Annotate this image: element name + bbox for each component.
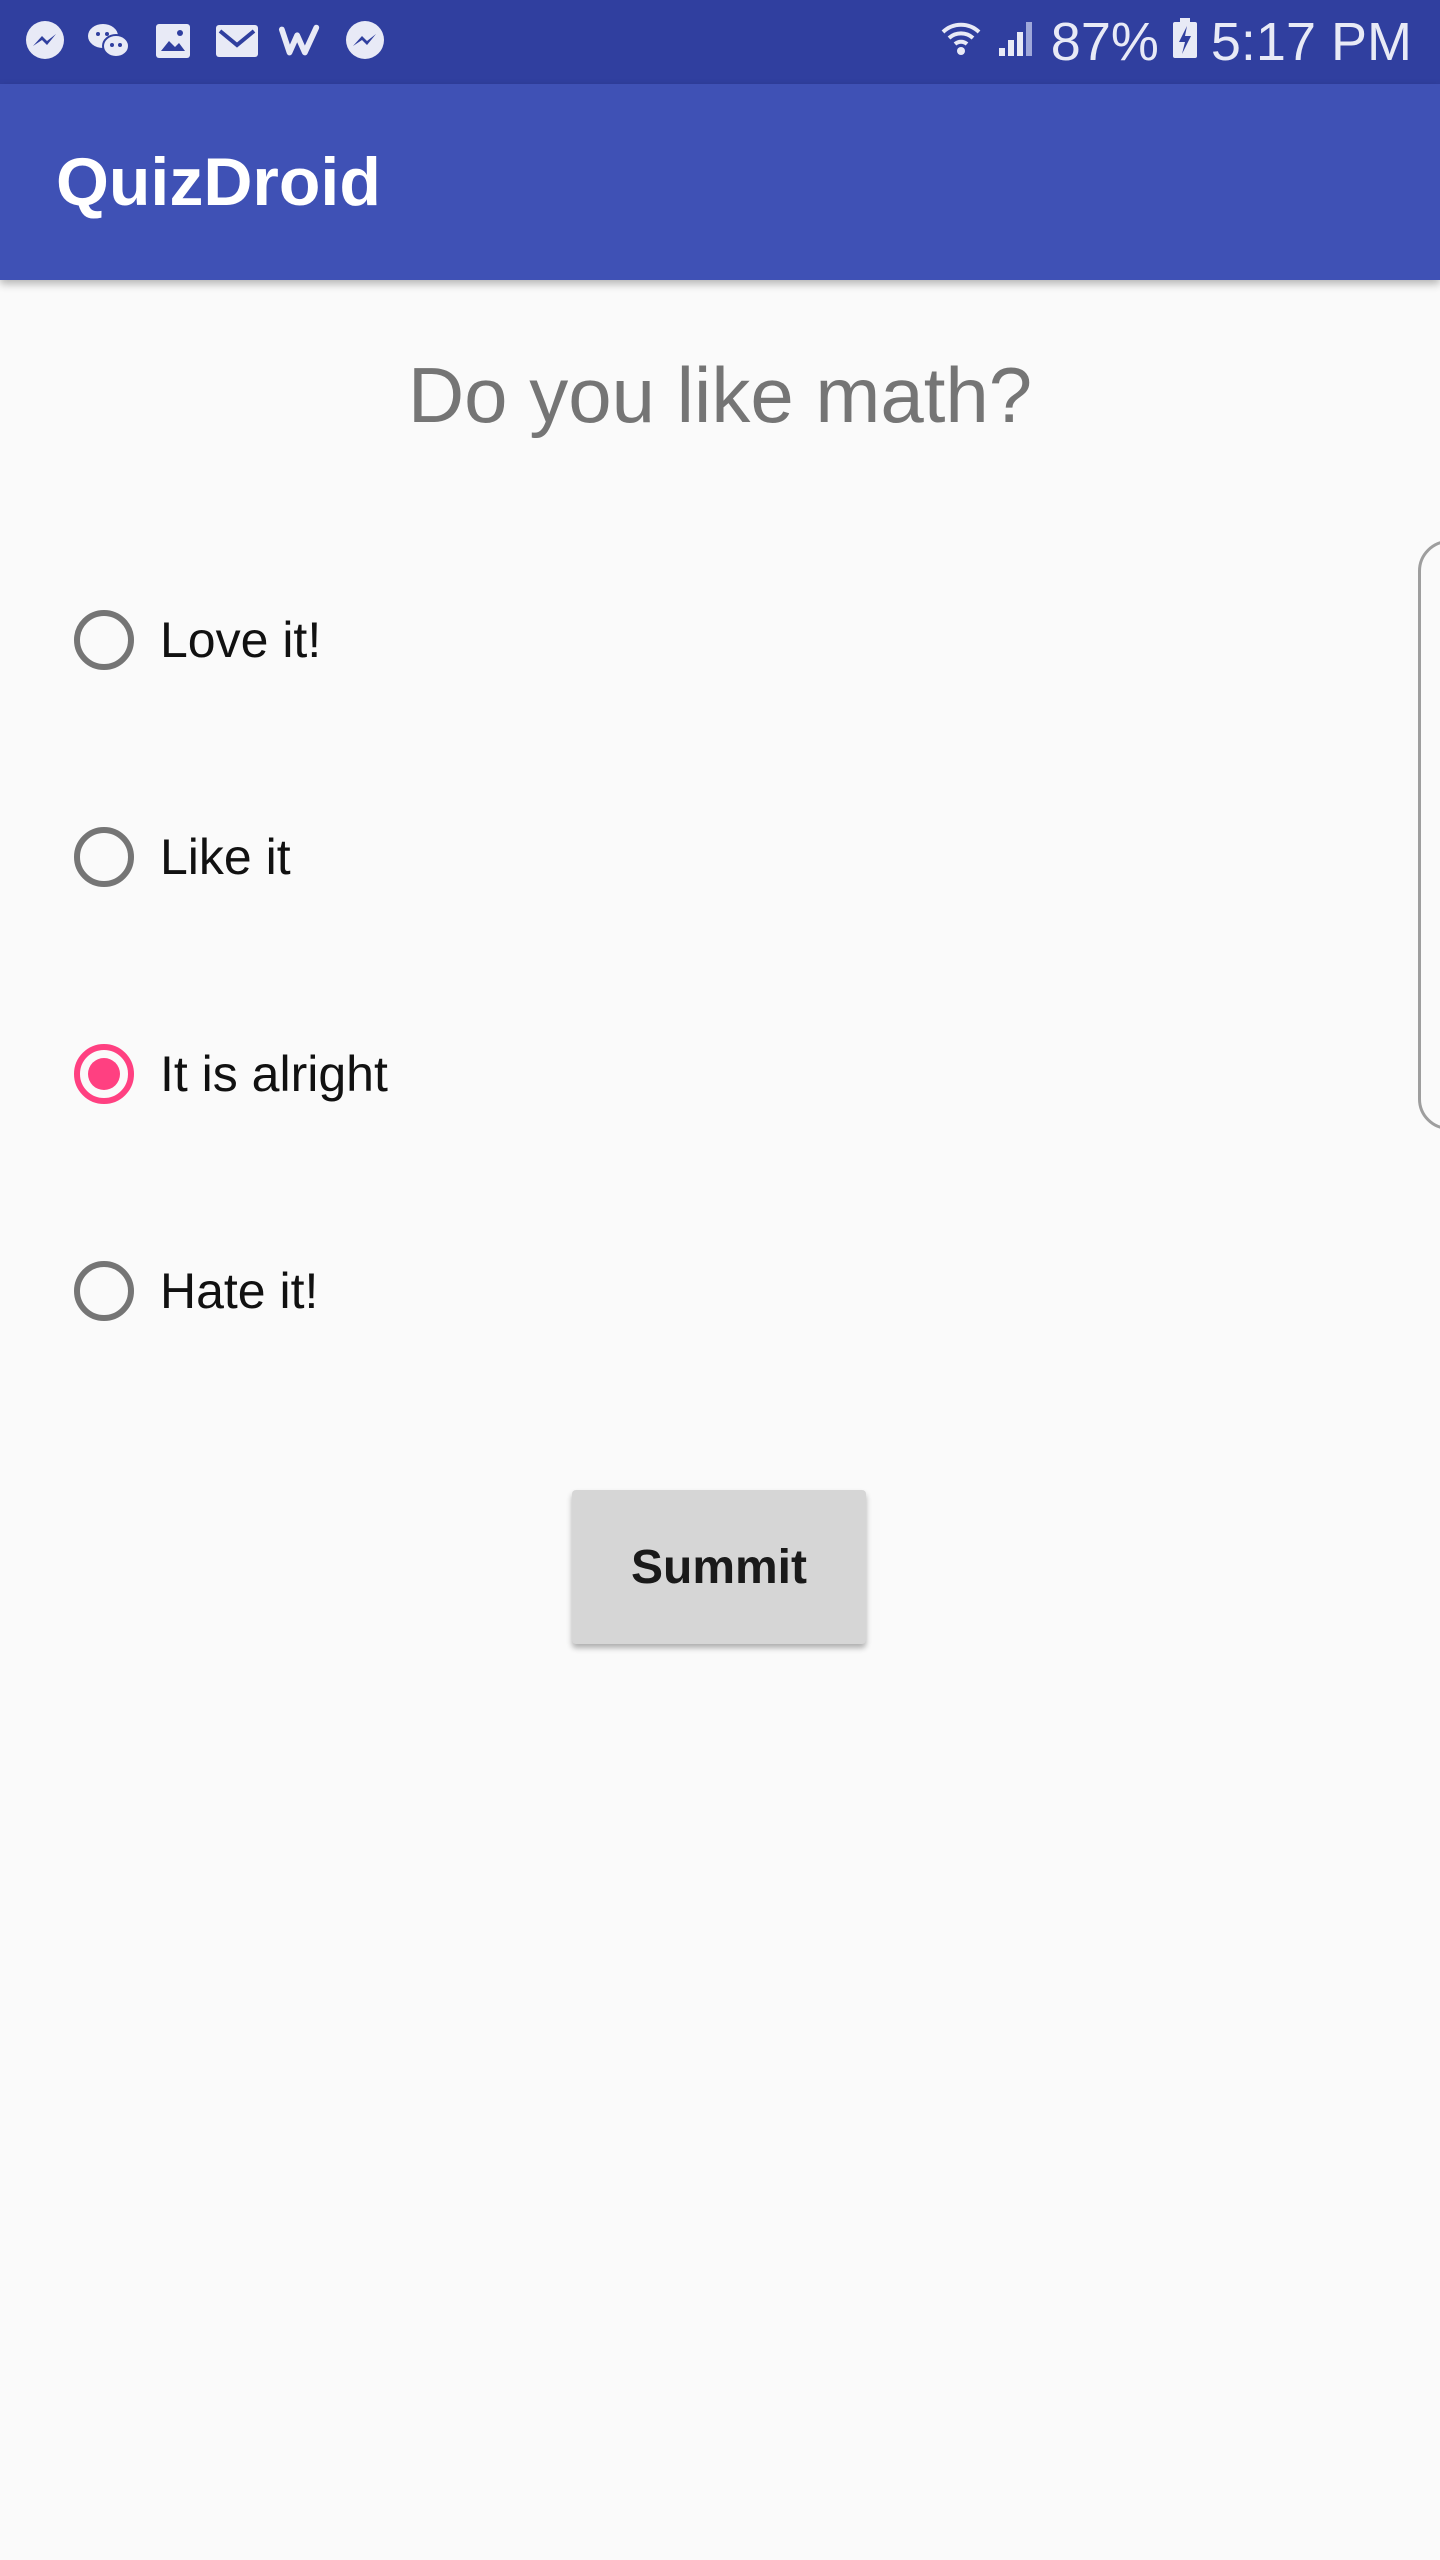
option-like-it[interactable]: Like it: [74, 787, 774, 927]
app-bar: QuizDroid: [0, 84, 1440, 280]
clock: 5:17 PM: [1210, 12, 1412, 72]
radio-button-selected[interactable]: [74, 1044, 134, 1104]
battery-percent: 87%: [1050, 12, 1159, 72]
email-icon: [214, 18, 260, 64]
option-label: Love it!: [160, 612, 322, 668]
option-love-it[interactable]: Love it!: [74, 570, 774, 710]
signal-icon: [995, 11, 1039, 73]
radio-button[interactable]: [74, 827, 134, 887]
wifi-icon: [939, 11, 983, 73]
messenger-icon: [22, 18, 68, 64]
option-label: It is alright: [160, 1046, 388, 1102]
wechat-icon: [86, 18, 132, 64]
wattpad-icon: [278, 18, 324, 64]
option-hate-it[interactable]: Hate it!: [74, 1221, 774, 1361]
edge-panel-handle[interactable]: [1418, 540, 1440, 1130]
radio-button[interactable]: [74, 1261, 134, 1321]
battery-charging-icon: [1171, 11, 1199, 73]
radio-button[interactable]: [74, 610, 134, 670]
system-status: 87% 5:17 PM: [939, 0, 1412, 84]
option-label: Hate it!: [160, 1263, 319, 1319]
gallery-icon: [150, 18, 196, 64]
option-it-is-alright[interactable]: It is alright: [74, 1004, 774, 1144]
app-title: QuizDroid: [56, 144, 381, 220]
messenger-icon: [342, 18, 388, 64]
status-bar: 87% 5:17 PM: [0, 0, 1440, 84]
question-text: Do you like math?: [407, 351, 1033, 439]
submit-button[interactable]: Summit: [572, 1490, 866, 1644]
option-label: Like it: [160, 829, 291, 885]
notification-icons: [22, 18, 388, 64]
